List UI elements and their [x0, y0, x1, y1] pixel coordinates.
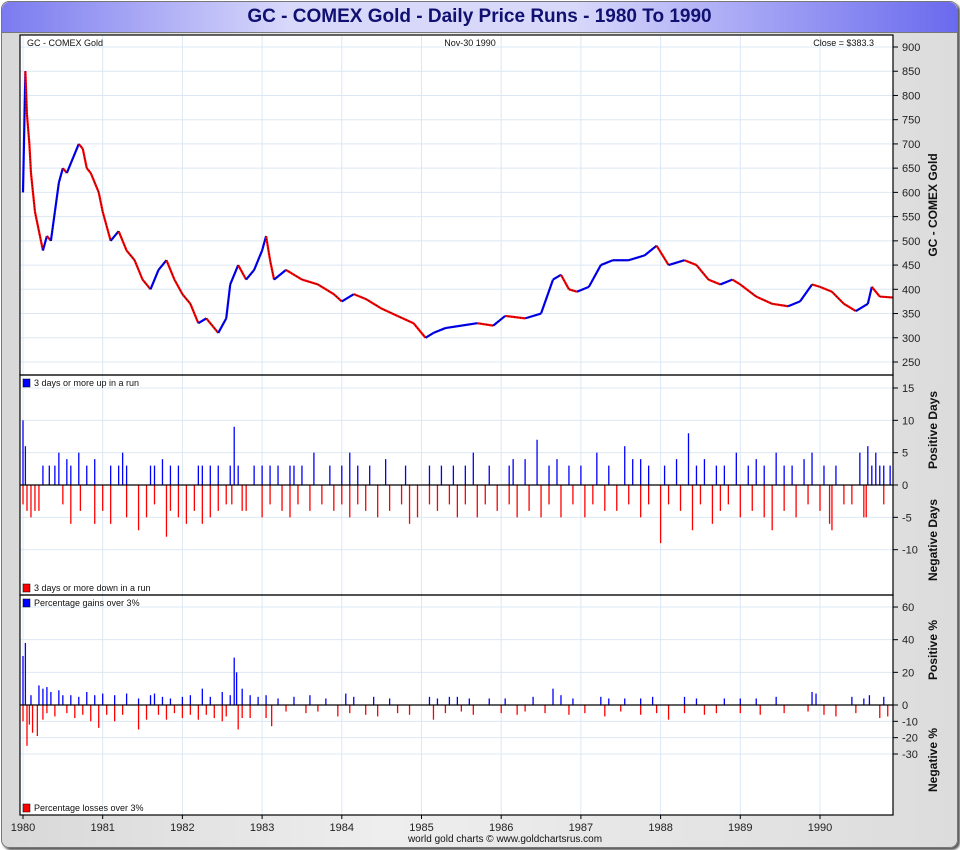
y-tick-label: 15 [902, 383, 914, 395]
y-tick-label: -10 [902, 716, 918, 728]
x-tick-label: 1980 [11, 822, 35, 834]
y-tick-label: 600 [902, 187, 920, 199]
y-axis-title-up: Positive Days [926, 391, 940, 469]
y-tick-label: 0 [902, 480, 908, 492]
y-tick-label: -30 [902, 749, 918, 761]
legend-swatch-up [22, 598, 31, 608]
y-tick-label: 450 [902, 260, 920, 272]
y-tick-label: 40 [902, 635, 914, 647]
legend-up-label: 3 days or more up in a run [34, 378, 139, 388]
y-axis-title-up: Positive % [926, 620, 940, 680]
legend-up-label: Percentage gains over 3% [34, 598, 140, 608]
legend-swatch-up [22, 378, 31, 388]
header-close: Close = $383.3 [813, 38, 874, 48]
legend-down-label: 3 days or more down in a run [34, 583, 151, 593]
y-tick-label: -10 [902, 545, 918, 557]
y-tick-label: 700 [902, 139, 920, 151]
y-tick-label: 5 [902, 448, 908, 460]
y-tick-label: 20 [902, 667, 914, 679]
chart-area: 1980 1981 1982 1983 1984 1985 1986 1987 1988 1989… [11, 34, 940, 834]
y-tick-label: -5 [902, 512, 912, 524]
x-tick-label: 1989 [728, 822, 752, 834]
y-tick-label: 550 [902, 212, 920, 224]
y-axis-title-down: Negative % [926, 728, 940, 792]
y-tick-label: 850 [902, 66, 920, 78]
x-tick-label: 1984 [330, 822, 354, 834]
y-tick-label: 300 [902, 333, 920, 345]
header-date: Nov-30 1990 [444, 38, 496, 48]
y-tick-label: 750 [902, 115, 920, 127]
x-tick-label: 1987 [569, 822, 593, 834]
x-tick-label: 1982 [170, 822, 194, 834]
legend-swatch-down [22, 803, 31, 813]
x-tick-label: 1990 [808, 822, 832, 834]
legend-swatch-down [22, 583, 31, 593]
y-tick-label: 900 [902, 42, 920, 54]
y-tick-label: 350 [902, 309, 920, 321]
y-tick-label: 10 [902, 415, 914, 427]
y-axis-title-down: Negative Days [926, 499, 940, 581]
y-tick-label: 800 [902, 90, 920, 102]
header-symbol: GC - COMEX Gold [27, 38, 103, 48]
y-tick-label: 400 [902, 284, 920, 296]
y-tick-label: 60 [902, 602, 914, 614]
legend-down-label: Percentage losses over 3% [34, 803, 144, 813]
x-tick-label: 1986 [489, 822, 513, 834]
copyright-footer: world gold charts © www.goldchartsrus.co… [407, 834, 603, 845]
x-tick-label: 1981 [90, 822, 114, 834]
y-tick-label: -20 [902, 733, 918, 745]
x-tick-label: 1988 [648, 822, 672, 834]
x-tick-label: 1983 [250, 822, 274, 834]
y-axis-title: GC - COMEX Gold [926, 153, 940, 256]
x-tick-label: 1985 [409, 822, 433, 834]
y-tick-label: 650 [902, 163, 920, 175]
y-tick-label: 500 [902, 236, 920, 248]
y-tick-label: 250 [902, 357, 920, 369]
y-tick-label: 0 [902, 700, 908, 712]
